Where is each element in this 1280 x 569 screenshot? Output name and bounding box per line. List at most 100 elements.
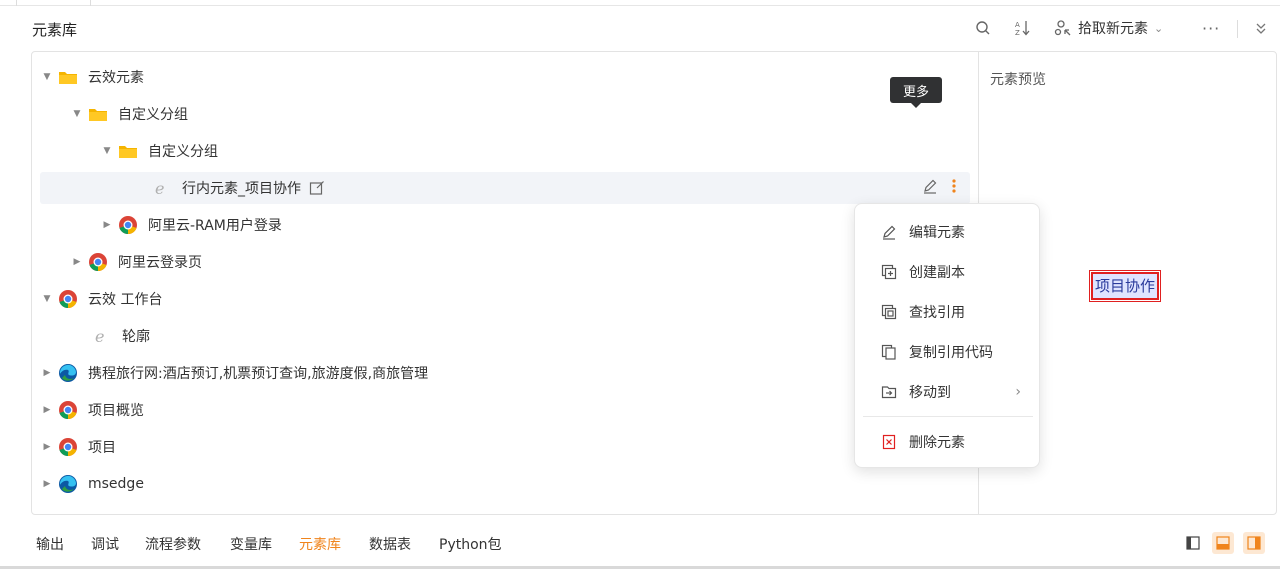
tree-node-label: 携程旅行网:酒店预订,机票预订查询,旅游度假,商旅管理 bbox=[88, 366, 429, 382]
more-actions-button[interactable] bbox=[950, 178, 958, 198]
tab-debug[interactable]: 调试 bbox=[91, 534, 119, 554]
element-tree: ▼ 云效元素 ▼ 自定义分组 ▼ 自定义分组 e 行内元素_项目协作 ▶ 阿里云… bbox=[32, 52, 978, 514]
tab-data-table[interactable]: 数据表 bbox=[369, 534, 411, 554]
tab-python-package[interactable]: Python包 bbox=[439, 534, 502, 554]
menu-item-edit-element[interactable]: 编辑元素 bbox=[855, 214, 1041, 250]
expand-caret-icon[interactable]: ▶ bbox=[40, 479, 54, 489]
element-library-panel: ▼ 云效元素 ▼ 自定义分组 ▼ 自定义分组 e 行内元素_项目协作 ▶ 阿里云… bbox=[31, 51, 1277, 515]
expand-caret-icon[interactable]: ▼ bbox=[70, 109, 84, 119]
tree-node-yunxiao-workbench[interactable]: ▼ 云效 工作台 bbox=[40, 283, 970, 315]
tree-node-project[interactable]: ▶ 项目 bbox=[40, 431, 970, 463]
chevron-right-icon: › bbox=[1015, 384, 1021, 400]
layout-left-icon bbox=[1186, 536, 1200, 550]
more-button[interactable]: ··· bbox=[1202, 17, 1220, 39]
expand-caret-icon[interactable]: ▶ bbox=[40, 405, 54, 415]
chrome-icon bbox=[88, 252, 108, 272]
svg-text:e: e bbox=[95, 327, 104, 345]
search-icon bbox=[976, 21, 990, 35]
tree-node-aliyun-login-page[interactable]: ▶ 阿里云登录页 bbox=[40, 246, 970, 278]
tree-node-label: 阿里云登录页 bbox=[118, 255, 202, 271]
menu-item-move-to[interactable]: 移动到 › bbox=[855, 374, 1041, 410]
pick-new-element-button[interactable]: 拾取新元素 ⌄ bbox=[1054, 17, 1163, 39]
copy-icon bbox=[879, 344, 899, 360]
svg-text:A: A bbox=[1015, 21, 1020, 29]
open-external-icon[interactable] bbox=[309, 180, 325, 196]
folder-icon bbox=[88, 104, 108, 124]
layout-right-panel-button[interactable] bbox=[1243, 532, 1265, 554]
preview-title: 元素预览 bbox=[990, 72, 1046, 88]
menu-item-label: 删除元素 bbox=[909, 435, 965, 451]
element-library-header: 元素库 A Z 拾取新元素 ⌄ ··· bbox=[0, 6, 1280, 50]
tree-node-label: 自定义分组 bbox=[148, 144, 218, 160]
tree-node-custom-group-nested[interactable]: ▼ 自定义分组 bbox=[40, 135, 970, 167]
tree-node-label: 云效 工作台 bbox=[88, 292, 163, 308]
expand-caret-icon[interactable]: ▶ bbox=[70, 257, 84, 267]
chrome-icon bbox=[58, 400, 78, 420]
menu-item-label: 创建副本 bbox=[909, 265, 965, 281]
find-reference-icon bbox=[879, 304, 899, 320]
tree-node-ctrip[interactable]: ▶ 携程旅行网:酒店预订,机票预订查询,旅游度假,商旅管理 bbox=[40, 357, 970, 389]
expand-caret-icon[interactable]: ▼ bbox=[40, 72, 54, 82]
tab-variable-library[interactable]: 变量库 bbox=[230, 534, 272, 554]
menu-item-label: 移动到 bbox=[909, 385, 951, 401]
pick-new-element-label: 拾取新元素 bbox=[1078, 21, 1148, 37]
tab-output[interactable]: 输出 bbox=[36, 534, 64, 554]
tree-node-inline-element-project-collab[interactable]: e 行内元素_项目协作 bbox=[40, 172, 970, 204]
ellipsis-icon: ··· bbox=[1202, 18, 1221, 38]
pencil-icon bbox=[879, 224, 899, 240]
tree-node-custom-group[interactable]: ▼ 自定义分组 bbox=[40, 98, 970, 130]
tab-element-library[interactable]: 元素库 bbox=[299, 534, 341, 554]
tree-node-aliyun-ram-login[interactable]: ▶ 阿里云-RAM用户登录 bbox=[40, 209, 970, 241]
menu-item-find-reference[interactable]: 查找引用 bbox=[855, 294, 1041, 330]
sort-icon: A Z bbox=[1015, 21, 1030, 37]
sort-button[interactable]: A Z bbox=[1014, 17, 1032, 39]
pick-element-icon bbox=[1054, 20, 1071, 36]
tree-node-label: 阿里云-RAM用户登录 bbox=[148, 218, 282, 234]
menu-divider bbox=[863, 416, 1033, 417]
trash-icon bbox=[879, 434, 899, 450]
expand-caret-icon[interactable]: ▶ bbox=[40, 442, 54, 452]
panel-title: 元素库 bbox=[32, 21, 78, 39]
chrome-icon bbox=[118, 215, 138, 235]
edge-icon bbox=[58, 474, 78, 494]
tree-node-label: 行内元素_项目协作 bbox=[182, 181, 301, 197]
move-folder-icon bbox=[879, 384, 899, 400]
menu-item-label: 编辑元素 bbox=[909, 225, 965, 241]
expand-caret-icon[interactable]: ▼ bbox=[100, 146, 114, 156]
expand-caret-icon[interactable]: ▶ bbox=[40, 368, 54, 378]
preview-element-highlight: 项目协作 bbox=[1088, 270, 1162, 302]
tree-node-msedge[interactable]: ▶ msedge bbox=[40, 468, 970, 500]
search-button[interactable] bbox=[975, 17, 991, 39]
tree-node-project-overview[interactable]: ▶ 项目概览 bbox=[40, 394, 970, 426]
folder-icon bbox=[118, 141, 138, 161]
folder-icon bbox=[58, 67, 78, 87]
tree-node-label: 项目概览 bbox=[88, 403, 144, 419]
tree-node-outline[interactable]: e 轮廓 bbox=[40, 320, 970, 352]
tree-node-yunxiao-elements[interactable]: ▼ 云效元素 bbox=[40, 61, 970, 93]
ie-element-icon: e bbox=[92, 326, 112, 346]
expand-caret-icon[interactable]: ▶ bbox=[100, 220, 114, 230]
layout-bottom-panel-button[interactable] bbox=[1212, 532, 1234, 554]
vertical-ellipsis-icon bbox=[952, 179, 956, 193]
more-tooltip: 更多 bbox=[890, 77, 942, 108]
edit-button[interactable] bbox=[922, 178, 938, 198]
tree-node-label: 云效元素 bbox=[88, 70, 144, 86]
collapse-panel-button[interactable] bbox=[1254, 17, 1268, 39]
layout-bottom-icon bbox=[1216, 536, 1230, 550]
layout-right-icon bbox=[1247, 536, 1261, 550]
tab-flow-params[interactable]: 流程参数 bbox=[145, 534, 201, 554]
row-actions bbox=[922, 172, 958, 204]
chrome-icon bbox=[58, 437, 78, 457]
double-chevron-down-icon bbox=[1256, 23, 1266, 34]
menu-item-delete-element[interactable]: 删除元素 bbox=[855, 424, 1041, 460]
tree-node-label: 自定义分组 bbox=[118, 107, 188, 123]
svg-text:Z: Z bbox=[1015, 29, 1020, 37]
menu-item-create-copy[interactable]: 创建副本 bbox=[855, 254, 1041, 290]
pencil-icon bbox=[924, 179, 937, 194]
bottom-tab-bar: 输出 调试 流程参数 变量库 元素库 数据表 Python包 bbox=[0, 524, 1280, 562]
expand-caret-icon[interactable]: ▼ bbox=[40, 294, 54, 304]
menu-item-label: 查找引用 bbox=[909, 305, 965, 321]
edge-icon bbox=[58, 363, 78, 383]
menu-item-copy-reference-code[interactable]: 复制引用代码 bbox=[855, 334, 1041, 370]
layout-left-panel-button[interactable] bbox=[1182, 532, 1204, 554]
